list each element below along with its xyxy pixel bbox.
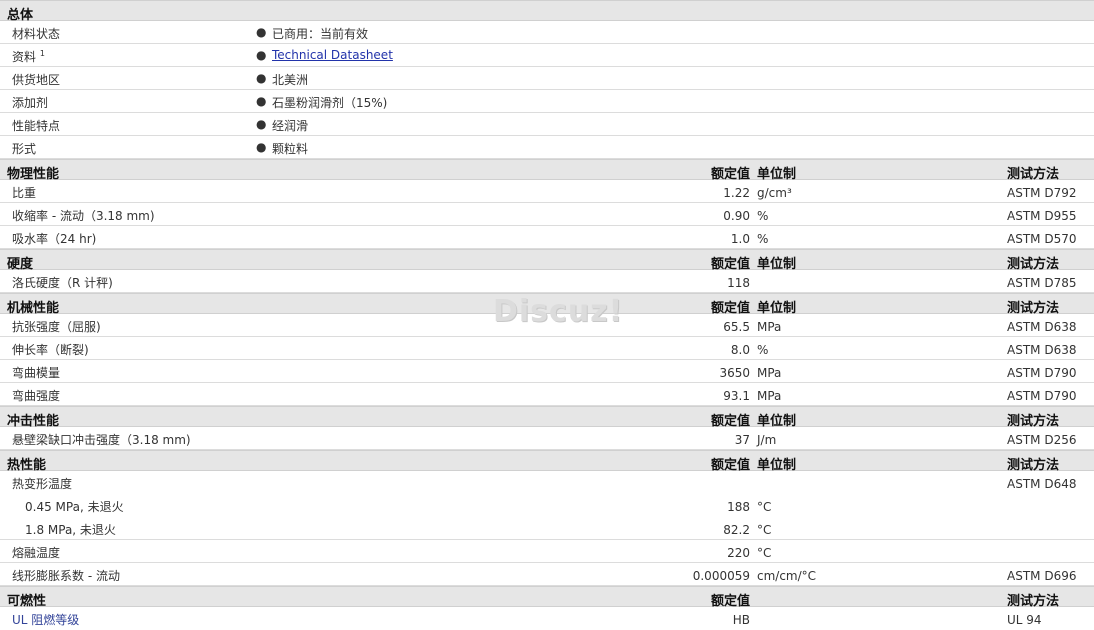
general-row: 性能特点 ● 经润滑 bbox=[0, 113, 1094, 136]
row-label: 性能特点 bbox=[12, 119, 61, 133]
row-label: 资料 1 bbox=[12, 49, 45, 64]
bullet-icon: ● bbox=[256, 94, 267, 108]
row-method: ASTM D785 bbox=[1007, 276, 1077, 290]
row-unit: MPa bbox=[757, 320, 782, 334]
row-label: 热变形温度 bbox=[12, 477, 73, 491]
row-value: 1.0 bbox=[730, 232, 750, 246]
row-label: 1.8 MPa, 未退火 bbox=[25, 523, 116, 537]
general-row: 材料状态 ● 已商用：当前有效 bbox=[0, 21, 1094, 44]
section-physical: 物理性能 额定值 单位制 测试方法 bbox=[0, 159, 1094, 182]
row-method: ASTM D790 bbox=[1007, 389, 1077, 403]
table-row: 熔融温度 220 °C bbox=[0, 540, 1094, 563]
row-unit: % bbox=[757, 343, 769, 357]
row-label: 材料状态 bbox=[12, 27, 61, 41]
row-label: 0.45 MPa, 未退火 bbox=[25, 500, 124, 514]
section-flammability: 可燃性 额定值 测试方法 bbox=[0, 586, 1094, 609]
row-value: 188 bbox=[727, 500, 750, 514]
row-method: ASTM D792 bbox=[1007, 186, 1077, 200]
table-row: 洛氏硬度（R 计秤) 118 ASTM D785 bbox=[0, 270, 1094, 293]
section-hardness: 硬度 额定值 单位制 测试方法 bbox=[0, 249, 1094, 272]
row-value: 82.2 bbox=[723, 523, 750, 537]
section-impact: 冲击性能 额定值 单位制 测试方法 bbox=[0, 406, 1094, 429]
row-label: 洛氏硬度（R 计秤) bbox=[12, 276, 113, 290]
datasheet-link[interactable]: Technical Datasheet bbox=[272, 48, 393, 62]
table-row: 0.45 MPa, 未退火 188 °C bbox=[0, 494, 1094, 517]
row-value: 65.5 bbox=[723, 320, 750, 334]
table-row: 1.8 MPa, 未退火 82.2 °C bbox=[0, 517, 1094, 540]
row-label: 比重 bbox=[12, 186, 37, 200]
row-unit: g/cm³ bbox=[757, 186, 792, 200]
row-value: 8.0 bbox=[730, 343, 750, 357]
row-method: ASTM D955 bbox=[1007, 209, 1077, 223]
watermark: Discuz! bbox=[493, 294, 624, 329]
row-value: HB bbox=[732, 613, 750, 627]
row-method: ASTM D638 bbox=[1007, 320, 1077, 334]
row-value: 石墨粉润滑剂（15%) bbox=[272, 96, 388, 110]
row-label: 供货地区 bbox=[12, 73, 61, 87]
row-value: 3650 bbox=[719, 366, 750, 380]
table-row: 收缩率 - 流动（3.18 mm) 0.90 % ASTM D955 bbox=[0, 203, 1094, 226]
bullet-icon: ● bbox=[256, 25, 267, 39]
bullet-icon: ● bbox=[256, 117, 267, 131]
general-row: 供货地区 ● 北美洲 bbox=[0, 67, 1094, 90]
row-value: 北美洲 bbox=[272, 73, 309, 87]
row-value: 已商用：当前有效 bbox=[272, 27, 369, 41]
general-row: 形式 ● 颗粒料 bbox=[0, 136, 1094, 159]
row-label: 收缩率 - 流动（3.18 mm) bbox=[12, 209, 155, 223]
row-method: ASTM D570 bbox=[1007, 232, 1077, 246]
table-row: 线形膨胀系数 - 流动 0.000059 cm/cm/°C ASTM D696 bbox=[0, 563, 1094, 586]
row-unit: cm/cm/°C bbox=[757, 569, 817, 583]
row-method: UL 94 bbox=[1007, 613, 1042, 627]
section-thermal: 热性能 额定值 单位制 测试方法 bbox=[0, 450, 1094, 473]
row-label: 弯曲模量 bbox=[12, 366, 61, 380]
row-value: 93.1 bbox=[723, 389, 750, 403]
row-label: 线形膨胀系数 - 流动 bbox=[12, 569, 120, 583]
table-row: 弯曲强度 93.1 MPa ASTM D790 bbox=[0, 383, 1094, 406]
row-unit: °C bbox=[757, 523, 772, 537]
bullet-icon: ● bbox=[256, 48, 267, 62]
row-label: 熔融温度 bbox=[12, 546, 61, 560]
row-method: ASTM D638 bbox=[1007, 343, 1077, 357]
row-label: 抗张强度（屈服) bbox=[12, 320, 101, 334]
row-unit: MPa bbox=[757, 366, 782, 380]
row-value: 颗粒料 bbox=[272, 142, 309, 156]
row-value: 0.90 bbox=[723, 209, 750, 223]
row-unit: % bbox=[757, 232, 769, 246]
row-method: ASTM D790 bbox=[1007, 366, 1077, 380]
row-label: 弯曲强度 bbox=[12, 389, 61, 403]
row-label: 悬壁梁缺口冲击强度（3.18 mm) bbox=[12, 433, 191, 447]
row-value: 1.22 bbox=[723, 186, 750, 200]
row-value: 220 bbox=[727, 546, 750, 560]
row-label: 添加剂 bbox=[12, 96, 49, 110]
row-method: ASTM D648 bbox=[1007, 477, 1077, 491]
section-general: 总体 bbox=[0, 0, 1094, 23]
row-value: 经润滑 bbox=[272, 119, 309, 133]
row-unit: °C bbox=[757, 546, 772, 560]
bullet-icon: ● bbox=[256, 140, 267, 154]
table-row: 弯曲模量 3650 MPa ASTM D790 bbox=[0, 360, 1094, 383]
row-label: UL 阻燃等级 bbox=[12, 613, 80, 627]
table-row: 比重 1.22 g/cm³ ASTM D792 bbox=[0, 180, 1094, 203]
row-unit: MPa bbox=[757, 389, 782, 403]
row-unit: °C bbox=[757, 500, 772, 514]
row-label: 伸长率（断裂) bbox=[12, 343, 89, 357]
row-method: ASTM D696 bbox=[1007, 569, 1077, 583]
row-label: 吸水率（24 hr) bbox=[12, 232, 97, 246]
row-unit: % bbox=[757, 209, 769, 223]
table-row: 热变形温度 ASTM D648 bbox=[0, 471, 1094, 494]
table-row: 伸长率（断裂) 8.0 % ASTM D638 bbox=[0, 337, 1094, 360]
table-row: 吸水率（24 hr) 1.0 % ASTM D570 bbox=[0, 226, 1094, 249]
bullet-icon: ● bbox=[256, 71, 267, 85]
table-row: UL 阻燃等级 HB UL 94 bbox=[0, 607, 1094, 630]
row-method: ASTM D256 bbox=[1007, 433, 1077, 447]
row-label: 形式 bbox=[12, 142, 37, 156]
row-value: 0.000059 bbox=[692, 569, 750, 583]
row-value: 118 bbox=[727, 276, 750, 290]
row-unit: J/m bbox=[757, 433, 777, 447]
table-row: 悬壁梁缺口冲击强度（3.18 mm) 37 J/m ASTM D256 bbox=[0, 427, 1094, 450]
general-row: 添加剂 ● 石墨粉润滑剂（15%) bbox=[0, 90, 1094, 113]
general-row: 资料 1 ● Technical Datasheet bbox=[0, 44, 1094, 67]
row-value: 37 bbox=[734, 433, 750, 447]
